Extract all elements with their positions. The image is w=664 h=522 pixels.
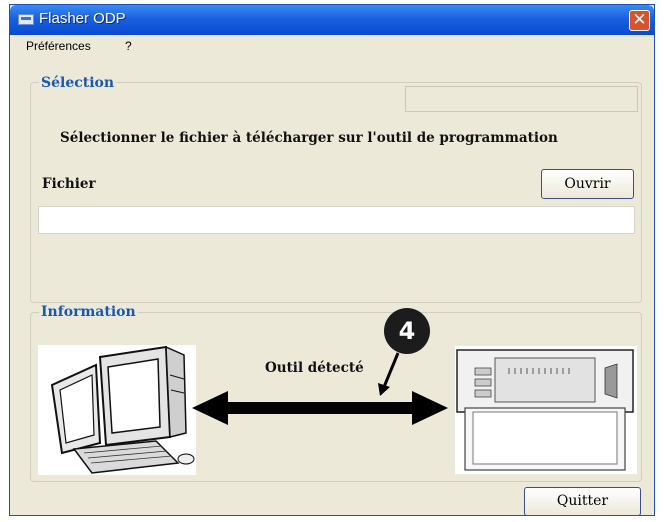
instruction-text: Sélectionner le fichier à télécharger su… (60, 130, 558, 146)
double-arrow-icon (192, 389, 448, 427)
menu-bar: Préférences ? (10, 35, 654, 57)
app-icon (18, 14, 34, 25)
flasher-window: Flasher ODP ✕ Préférences ? Sélection Sé… (9, 4, 655, 516)
selection-group-title: Sélection (39, 75, 117, 91)
callout-number-badge: 4 (384, 308, 430, 354)
menu-help[interactable]: ? (125, 39, 132, 53)
tool-status-text: Outil détecté (265, 360, 364, 376)
close-button[interactable]: ✕ (629, 10, 650, 31)
open-button[interactable]: Ouvrir (541, 169, 634, 199)
file-path-input[interactable] (38, 206, 635, 234)
information-group-title: Information (39, 304, 138, 320)
quit-button[interactable]: Quitter (524, 487, 641, 516)
computer-icon (38, 345, 196, 475)
window-title: Flasher ODP (39, 10, 126, 27)
file-label: Fichier (42, 176, 96, 192)
status-display (405, 86, 638, 112)
callout-arrow-icon (372, 351, 408, 397)
title-bar[interactable]: Flasher ODP ✕ (10, 5, 654, 35)
menu-preferences[interactable]: Préférences (26, 39, 91, 53)
programming-tool-icon (455, 346, 637, 474)
